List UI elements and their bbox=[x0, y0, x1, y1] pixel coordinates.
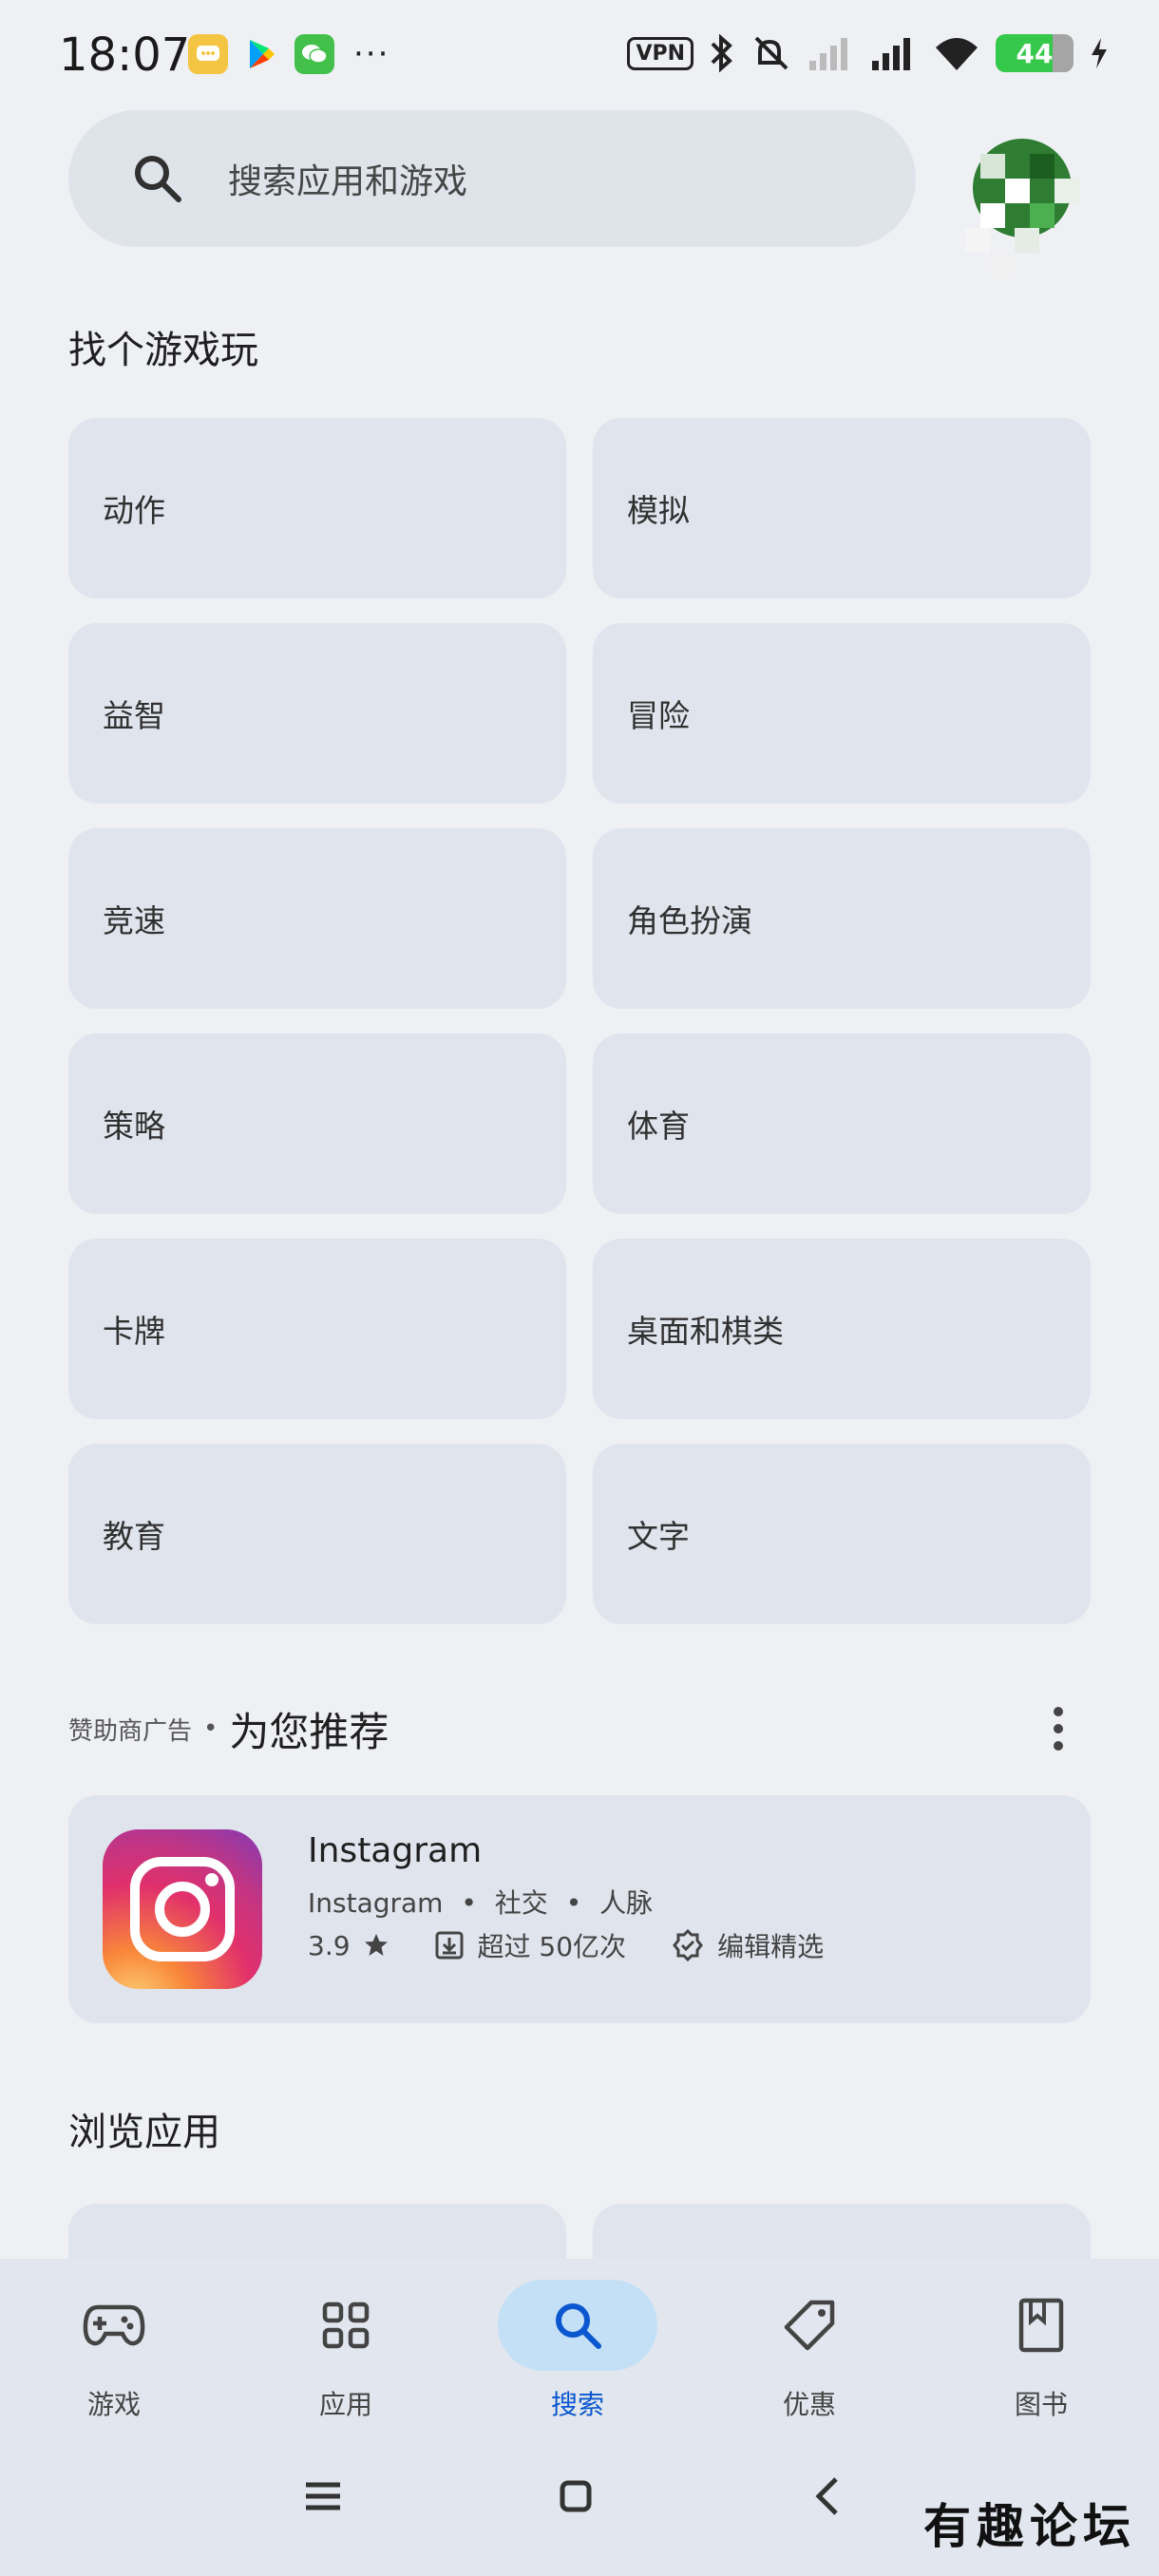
category-label: 竞速 bbox=[103, 902, 165, 939]
category-label: 文字 bbox=[627, 1518, 690, 1555]
search-placeholder[interactable]: 搜索应用和游戏 bbox=[228, 154, 467, 203]
category-tile-rpg[interactable]: 角色扮演 bbox=[593, 828, 1091, 1009]
category-label: 桌面和棋类 bbox=[627, 1313, 784, 1350]
message-icon bbox=[188, 34, 228, 74]
category-tile-puzzle[interactable]: 益智 bbox=[68, 623, 566, 804]
home-icon[interactable] bbox=[547, 2468, 604, 2525]
app-badge: 编辑精选 bbox=[717, 1931, 825, 1962]
wifi-icon bbox=[936, 38, 978, 70]
nav-icon-container bbox=[498, 2280, 657, 2371]
nav-books[interactable]: 图书 bbox=[946, 2280, 1136, 2422]
status-time: 18:07 bbox=[59, 28, 191, 82]
category-label: 动作 bbox=[103, 492, 165, 529]
charging-icon bbox=[1092, 38, 1107, 68]
category-tile-simulation[interactable]: 模拟 bbox=[593, 418, 1091, 598]
category-tile-board[interactable]: 桌面和棋类 bbox=[593, 1239, 1091, 1419]
category-tile-card[interactable]: 卡牌 bbox=[68, 1239, 566, 1419]
section-title-browse-apps: 浏览应用 bbox=[68, 2111, 220, 2154]
system-icons: VPN 44 bbox=[627, 34, 1110, 72]
more-notifications-icon: ··· bbox=[353, 35, 390, 73]
nav-icon-container bbox=[730, 2280, 889, 2371]
separator-dot: • bbox=[565, 1887, 582, 1919]
editors-choice-icon bbox=[673, 1929, 703, 1961]
category-tile-strategy[interactable]: 策略 bbox=[68, 1033, 566, 1214]
gamepad-icon bbox=[83, 2304, 145, 2346]
category-tile-sports[interactable]: 体育 bbox=[593, 1033, 1091, 1214]
sponsored-label: 赞助商广告 bbox=[68, 1716, 193, 1746]
recent-apps-icon[interactable] bbox=[294, 2468, 352, 2525]
book-icon bbox=[1018, 2298, 1064, 2353]
category-tile-action[interactable]: 动作 bbox=[68, 418, 566, 598]
recommend-title: 为您推荐 bbox=[229, 1708, 390, 1755]
wechat-icon bbox=[294, 34, 334, 74]
category-label: 益智 bbox=[103, 697, 165, 734]
nav-games[interactable]: 游戏 bbox=[19, 2280, 209, 2422]
signal-icon bbox=[872, 38, 910, 70]
nav-search[interactable]: 搜索 bbox=[483, 2280, 673, 2422]
play-store-icon bbox=[241, 34, 281, 74]
download-icon bbox=[435, 1931, 464, 1960]
category-label: 策略 bbox=[103, 1108, 165, 1145]
watermark-text: 有趣论坛 bbox=[923, 2498, 1136, 2554]
signal-icon bbox=[809, 38, 847, 70]
recommend-header: 赞助商广告 • 为您推荐 bbox=[68, 1691, 1091, 1767]
search-bar[interactable]: 搜索应用和游戏 bbox=[68, 110, 916, 247]
nav-label-books: 图书 bbox=[1014, 2389, 1068, 2420]
battery-level: 44 bbox=[1016, 37, 1054, 69]
nav-label-apps: 应用 bbox=[318, 2389, 372, 2420]
category-label: 卡牌 bbox=[103, 1313, 165, 1350]
section-title-games: 找个游戏玩 bbox=[68, 329, 258, 372]
app-meta: Instagram • 社交 • 人脉 bbox=[308, 1883, 653, 1921]
apps-grid-icon bbox=[322, 2301, 370, 2349]
game-category-grid: 动作 模拟 益智 冒险 竞速 角色扮演 策略 体育 卡牌 桌面和棋类 教育 文字 bbox=[68, 418, 1091, 1624]
notification-icons: ··· bbox=[188, 34, 390, 74]
nav-label-games: 游戏 bbox=[86, 2389, 141, 2420]
instagram-app-icon bbox=[103, 1829, 262, 1989]
category-label: 教育 bbox=[103, 1518, 165, 1555]
more-vert-icon[interactable] bbox=[1039, 1702, 1077, 1755]
category-label: 体育 bbox=[627, 1108, 690, 1145]
app-downloads: 超过 50亿次 bbox=[477, 1931, 627, 1962]
search-icon bbox=[556, 2303, 601, 2349]
app-tag: 人脉 bbox=[599, 1887, 654, 1919]
nav-offers[interactable]: 优惠 bbox=[714, 2280, 904, 2422]
app-stats: 3.9 超过 50亿次 编辑精选 bbox=[308, 1926, 824, 1964]
bluetooth-icon bbox=[711, 34, 732, 72]
mute-icon bbox=[754, 36, 788, 70]
status-bar: 18:07 ··· VPN 44 bbox=[0, 0, 1159, 112]
nav-icon-container bbox=[34, 2280, 194, 2371]
separator-dot: • bbox=[203, 1714, 218, 1743]
category-label: 角色扮演 bbox=[627, 902, 752, 939]
category-tile-word[interactable]: 文字 bbox=[593, 1444, 1091, 1624]
vpn-icon: VPN bbox=[627, 36, 694, 70]
nav-apps[interactable]: 应用 bbox=[251, 2280, 441, 2422]
category-label: 冒险 bbox=[627, 697, 690, 734]
nav-label-search: 搜索 bbox=[550, 2389, 604, 2420]
category-tile-educational[interactable]: 教育 bbox=[68, 1444, 566, 1624]
separator-dot: • bbox=[461, 1887, 477, 1919]
app-tag: 社交 bbox=[494, 1887, 548, 1919]
app-rating: 3.9 bbox=[308, 1929, 351, 1961]
app-card-instagram[interactable]: Instagram Instagram • 社交 • 人脉 3.9 超过 50亿… bbox=[68, 1795, 1091, 2023]
category-label: 模拟 bbox=[627, 492, 690, 529]
tag-icon bbox=[784, 2300, 835, 2351]
app-developer: Instagram bbox=[308, 1887, 444, 1919]
category-tile-adventure[interactable]: 冒险 bbox=[593, 623, 1091, 804]
category-tile-racing[interactable]: 竞速 bbox=[68, 828, 566, 1009]
battery-icon: 44 bbox=[996, 34, 1074, 72]
search-icon bbox=[135, 156, 181, 202]
nav-label-offers: 优惠 bbox=[782, 2389, 836, 2420]
avatar[interactable] bbox=[961, 127, 1083, 294]
nav-icon-container bbox=[266, 2280, 426, 2371]
star-icon bbox=[364, 1934, 388, 1956]
back-icon[interactable] bbox=[800, 2468, 857, 2525]
app-name: Instagram bbox=[308, 1831, 483, 1870]
nav-icon-container bbox=[961, 2280, 1121, 2371]
